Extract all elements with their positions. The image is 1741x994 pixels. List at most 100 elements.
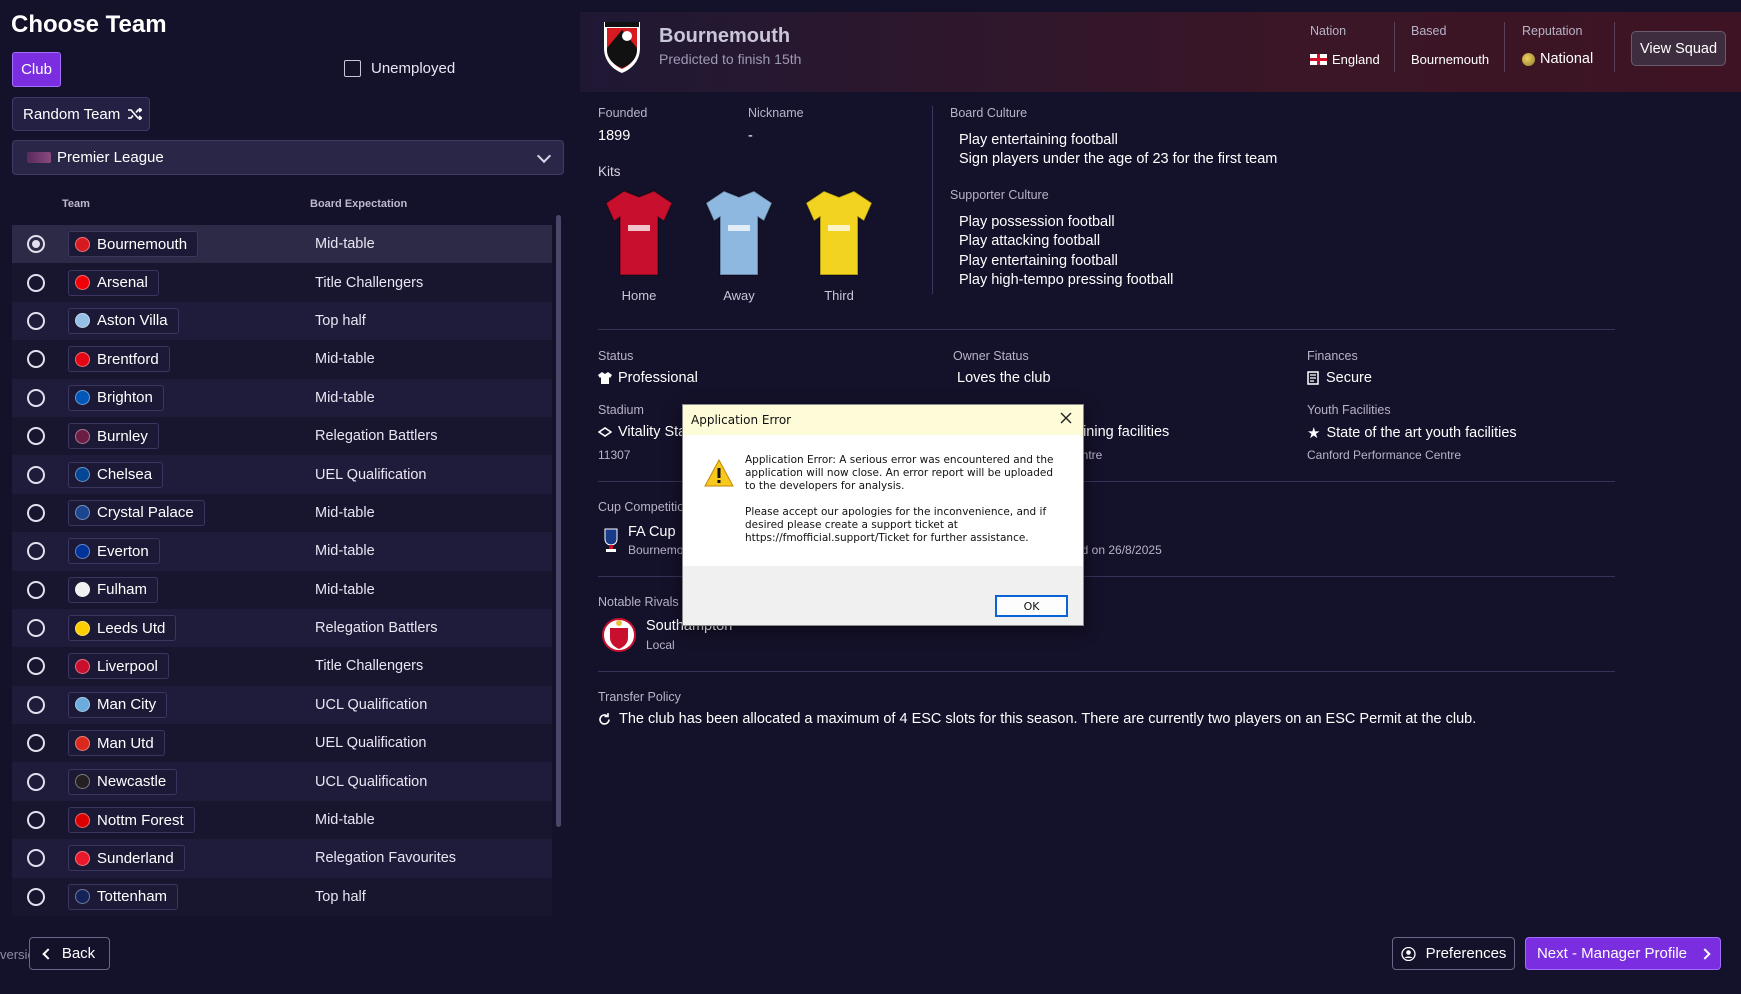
team-radio[interactable] [27, 235, 45, 254]
preferences-button[interactable]: Preferences [1392, 937, 1515, 970]
team-name: Everton [97, 542, 149, 560]
board-culture-label: Board Culture [950, 106, 1028, 120]
divider-line [598, 671, 1615, 672]
team-chip[interactable]: Brighton [68, 384, 164, 411]
team-chip[interactable]: Burnley [68, 423, 159, 450]
team-radio[interactable] [27, 465, 45, 484]
team-chip[interactable]: Bournemouth [68, 231, 199, 258]
team-radio[interactable] [27, 427, 45, 446]
divider-line [598, 329, 1615, 330]
next-manager-profile-button[interactable]: Next - Manager Profile [1525, 937, 1721, 970]
unemployed-toggle[interactable]: Unemployed [344, 60, 455, 77]
league-select[interactable]: Premier League [12, 140, 564, 175]
team-radio[interactable] [27, 849, 45, 868]
back-button[interactable]: Back [29, 937, 110, 970]
team-chip[interactable]: Sunderland [68, 845, 185, 872]
team-radio[interactable] [27, 542, 45, 561]
view-squad-button[interactable]: View Squad [1631, 31, 1726, 66]
team-row[interactable]: Everton Mid-table [12, 532, 552, 571]
team-chip[interactable]: Aston Villa [68, 307, 179, 334]
close-icon[interactable] [1059, 411, 1073, 425]
team-expectation: Mid-table [315, 543, 375, 560]
team-row[interactable]: Bournemouth Mid-table [12, 225, 552, 264]
team-radio[interactable] [27, 811, 45, 830]
team-radio[interactable] [27, 273, 45, 292]
team-radio[interactable] [27, 887, 45, 906]
team-radio[interactable] [27, 619, 45, 638]
team-row[interactable]: Liverpool Title Challengers [12, 647, 552, 686]
team-chip[interactable]: Arsenal [68, 269, 159, 296]
team-chip[interactable]: Newcastle [68, 768, 178, 795]
team-list-scrollbar[interactable] [556, 215, 561, 827]
team-name: Chelsea [97, 466, 153, 484]
team-chip[interactable]: Man Utd [68, 730, 165, 757]
status-value: Professional [598, 370, 698, 386]
transfer-policy-label: Transfer Policy [598, 690, 681, 704]
team-row[interactable]: Burnley Relegation Battlers [12, 416, 552, 456]
kit-away [704, 189, 774, 282]
team-row[interactable]: Leeds Utd Relegation Battlers [12, 608, 552, 648]
team-radio[interactable] [27, 657, 45, 676]
club-tab-button[interactable]: Club [12, 52, 61, 87]
team-row[interactable]: Arsenal Title Challengers [12, 263, 552, 302]
team-row[interactable]: Nottm Forest Mid-table [12, 800, 552, 840]
team-radio[interactable] [27, 503, 45, 522]
team-radio[interactable] [27, 311, 45, 330]
team-radio[interactable] [27, 388, 45, 407]
team-row[interactable]: Sunderland Relegation Favourites [12, 839, 552, 878]
dialog-message: Application Error: A serious error was e… [745, 454, 1063, 545]
kits-label: Kits [598, 164, 621, 179]
team-row[interactable]: Tottenham Top half [12, 877, 552, 917]
stadium-icon [598, 427, 612, 437]
team-chip[interactable]: Crystal Palace [68, 499, 205, 526]
team-expectation: Mid-table [315, 236, 375, 253]
team-chip[interactable]: Fulham [68, 576, 159, 603]
culture-item: Sign players under the age of 23 for the… [959, 151, 1278, 168]
random-team-button[interactable]: Random Team [12, 97, 150, 131]
team-chip[interactable]: Everton [68, 538, 160, 565]
team-row[interactable]: Fulham Mid-table [12, 570, 552, 609]
unemployed-checkbox[interactable] [344, 60, 361, 77]
team-radio[interactable] [27, 580, 45, 599]
nickname-label: Nickname [748, 106, 804, 120]
youth-facilities-value: ★ State of the art youth facilities [1307, 425, 1517, 442]
team-row[interactable]: Man Utd UEL Qualification [12, 724, 552, 763]
team-chip[interactable]: Chelsea [68, 461, 164, 488]
team-expectation: Top half [315, 888, 366, 905]
team-row[interactable]: Aston Villa Top half [12, 301, 552, 341]
user-icon [1400, 946, 1416, 961]
team-radio[interactable] [27, 350, 45, 369]
team-radio[interactable] [27, 695, 45, 714]
kit-shirt-icon [705, 190, 773, 276]
kit-label: Away [723, 288, 755, 303]
ok-button[interactable]: OK [995, 595, 1068, 617]
stadium-value: Vitality Sta [598, 424, 686, 440]
column-header-expectation[interactable]: Board Expectation [310, 198, 407, 210]
chevron-left-icon [42, 947, 54, 960]
team-row[interactable]: Newcastle UCL Qualification [12, 762, 552, 801]
team-radio[interactable] [27, 734, 45, 753]
team-radio[interactable] [27, 772, 45, 791]
team-chip[interactable]: Liverpool [68, 653, 169, 680]
team-row[interactable]: Chelsea UEL Qualification [12, 455, 552, 494]
team-row[interactable]: Man City UCL Qualification [12, 685, 552, 725]
culture-item: Play attacking football [959, 233, 1101, 250]
team-expectation: Relegation Battlers [315, 620, 438, 637]
team-expectation: UEL Qualification [315, 466, 427, 483]
team-chip[interactable]: Brentford [68, 346, 170, 373]
team-chip[interactable]: Leeds Utd [68, 615, 177, 642]
team-row[interactable]: Crystal Palace Mid-table [12, 493, 552, 533]
team-crest-icon [75, 236, 90, 252]
team-chip[interactable]: Nottm Forest [68, 807, 195, 834]
team-crest-icon [75, 774, 90, 790]
team-crest-icon [75, 697, 90, 713]
header-separator [1504, 22, 1505, 72]
column-header-team[interactable]: Team [62, 198, 90, 210]
team-name: Nottm Forest [97, 811, 184, 829]
team-chip[interactable]: Tottenham [68, 883, 179, 910]
team-chip[interactable]: Man City [68, 691, 168, 718]
team-row[interactable]: Brighton Mid-table [12, 378, 552, 417]
team-row[interactable]: Brentford Mid-table [12, 340, 552, 379]
back-label: Back [61, 945, 96, 962]
team-name: Tottenham [97, 888, 168, 906]
